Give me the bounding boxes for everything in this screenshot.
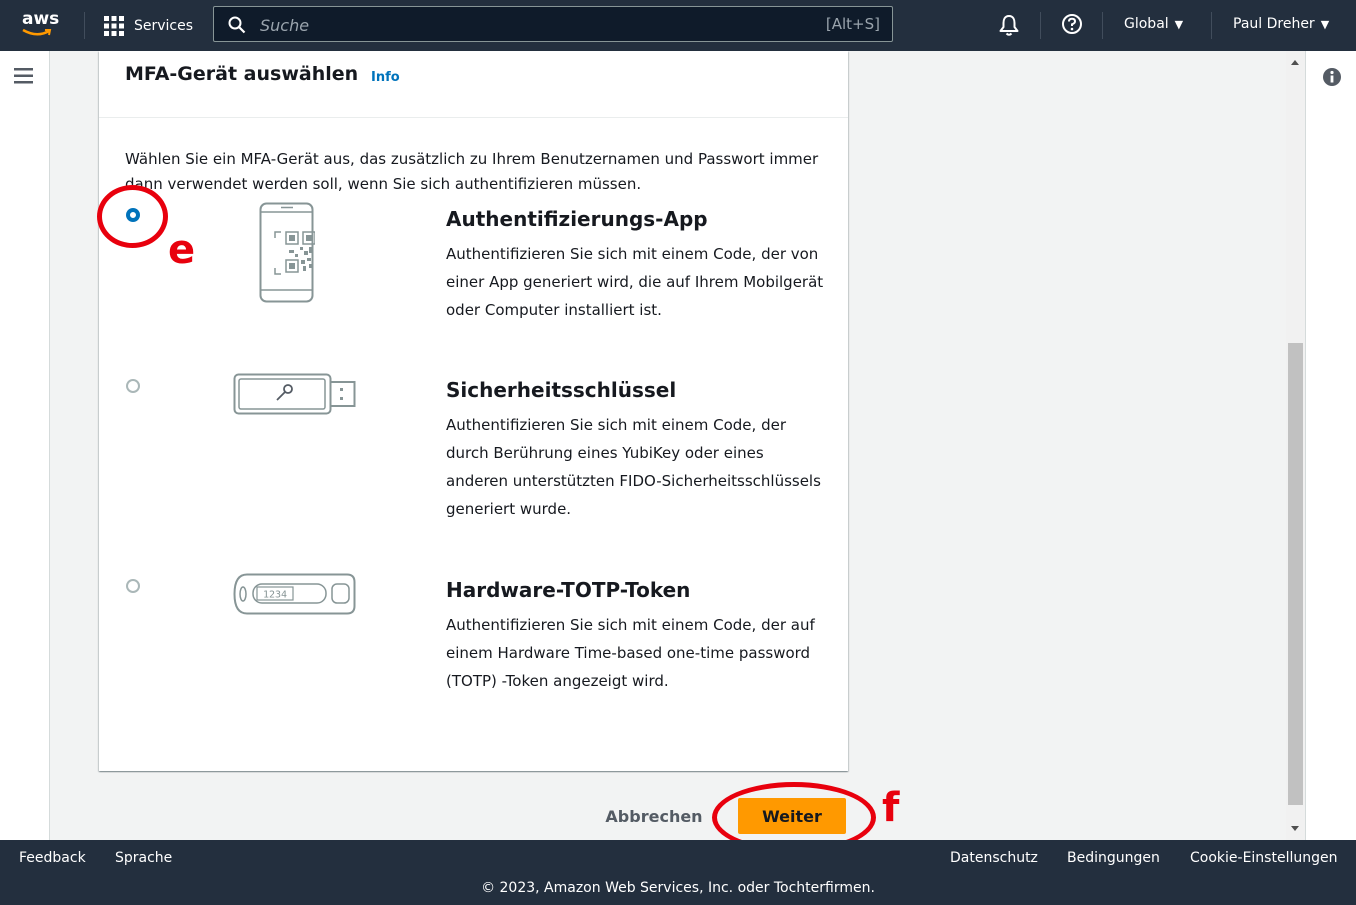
next-button[interactable]: Weiter <box>738 798 846 834</box>
scroll-up-arrow-icon[interactable] <box>1291 60 1299 65</box>
radio-hardware-totp-token[interactable] <box>126 579 140 593</box>
region-label: Global <box>1124 16 1169 32</box>
card-header: MFA-Gerät auswählen Info <box>99 51 848 118</box>
footer-cookies-link[interactable]: Cookie-Einstellungen <box>1190 850 1337 866</box>
left-navigation-rail <box>0 51 50 840</box>
card-title: MFA-Gerät auswählen <box>125 63 359 85</box>
token-display-text: 1234 <box>263 590 287 601</box>
search-shortcut-hint: [Alt+S] <box>825 15 880 33</box>
region-selector[interactable]: Global ▼ <box>1124 16 1183 32</box>
aws-logo[interactable]: aws <box>22 9 59 29</box>
scrollbar-thumb[interactable] <box>1288 343 1303 805</box>
nav-divider <box>1211 12 1212 39</box>
radio-authenticator-app[interactable] <box>126 208 140 222</box>
footer-feedback-link[interactable]: Feedback <box>19 850 86 866</box>
cancel-button[interactable]: Abbrechen <box>596 798 712 834</box>
annotation-label-f: f <box>882 785 900 831</box>
option-title-hardware-totp-token: Hardware-TOTP-Token <box>446 578 691 602</box>
user-name: Paul Dreher <box>1233 16 1315 32</box>
account-menu[interactable]: Paul Dreher ▼ <box>1233 16 1329 32</box>
option-title-security-key: Sicherheitsschlüssel <box>446 378 677 402</box>
services-menu-button[interactable]: Services <box>104 14 193 38</box>
footer-terms-link[interactable]: Bedingungen <box>1067 850 1160 866</box>
aws-smile-icon <box>22 28 52 36</box>
grid-icon <box>104 16 124 36</box>
hamburger-menu-icon[interactable] <box>14 67 34 85</box>
mfa-device-card: MFA-Gerät auswählen Info Wählen Sie ein … <box>99 51 848 771</box>
mobile-phone-qr-icon <box>259 202 315 303</box>
option-description-authenticator-app: Authentifizieren Sie sich mit einem Code… <box>446 245 824 319</box>
annotation-label-e: e <box>168 227 196 273</box>
help-icon[interactable] <box>1061 13 1083 35</box>
copyright-text: © 2023, Amazon Web Services, Inc. oder T… <box>481 880 875 896</box>
services-label: Services <box>134 18 194 34</box>
footer: Feedback Sprache Datenschutz Bedingungen… <box>0 840 1356 905</box>
right-tools-rail <box>1305 51 1356 840</box>
search-input[interactable] <box>258 7 802 43</box>
caret-down-icon: ▼ <box>1320 18 1330 31</box>
footer-language-link[interactable]: Sprache <box>115 850 172 866</box>
notification-bell-icon[interactable] <box>998 13 1020 37</box>
security-key-icon <box>233 373 356 415</box>
nav-divider <box>1102 12 1103 39</box>
footer-privacy-link[interactable]: Datenschutz <box>950 850 1038 866</box>
info-link[interactable]: Info <box>371 70 400 85</box>
nav-divider <box>84 12 85 39</box>
search-icon <box>228 16 246 34</box>
nav-divider <box>1040 12 1041 39</box>
scroll-down-arrow-icon[interactable] <box>1291 826 1299 831</box>
hardware-token-icon: 1234 <box>233 573 356 615</box>
info-icon[interactable] <box>1322 67 1342 87</box>
radio-security-key[interactable] <box>126 379 140 393</box>
card-description: Wählen Sie ein MFA-Gerät aus, das zusätz… <box>125 150 819 193</box>
caret-down-icon: ▼ <box>1174 18 1184 31</box>
option-description-security-key: Authentifizieren Sie sich mit einem Code… <box>446 416 821 518</box>
search-box[interactable]: [Alt+S] <box>213 6 893 43</box>
top-navigation-bar: aws Services [Alt+S] Global ▼ <box>0 0 1356 51</box>
option-description-hardware-totp-token: Authentifizieren Sie sich mit einem Code… <box>446 616 815 690</box>
option-title-authenticator-app: Authentifizierungs-App <box>446 207 708 231</box>
